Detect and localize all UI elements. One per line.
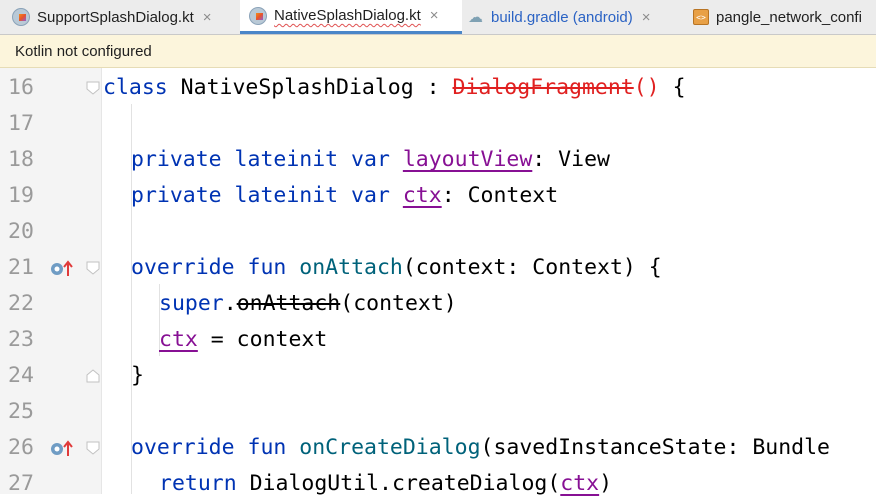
overrides-method-icon[interactable] (50, 440, 76, 458)
fold-icon[interactable] (86, 369, 100, 383)
line-number: 27 (8, 471, 34, 496)
code-line-23: 23 ctx = context (0, 322, 876, 358)
tab-label: NativeSplashDialog.kt (274, 7, 421, 24)
line-number: 18 (8, 147, 34, 172)
editor-tab-bar: SupportSplashDialog.kt × NativeSplashDia… (0, 0, 876, 35)
code-line-26: 26 override fun onCreateDialog(savedInst… (0, 430, 876, 466)
notification-banner: Kotlin not configured (0, 35, 876, 68)
code-line-25: 25 (0, 394, 876, 430)
line-number: 23 (8, 327, 34, 352)
tab-support-splash-dialog[interactable]: SupportSplashDialog.kt × (12, 0, 240, 34)
line-number: 19 (8, 183, 34, 208)
code-line-24: 24 } (0, 358, 876, 394)
line-number: 26 (8, 435, 34, 460)
line-number: 25 (8, 399, 34, 424)
code-line-16: 16 class NativeSplashDialog : DialogFrag… (0, 70, 876, 106)
code-editor[interactable]: 16 class NativeSplashDialog : DialogFrag… (0, 68, 876, 496)
fold-icon[interactable] (86, 81, 100, 95)
overrides-method-icon[interactable] (50, 260, 76, 278)
tab-label: pangle_network_confi (716, 8, 862, 26)
code-line-17: 17 (0, 106, 876, 142)
xml-file-icon: <> (693, 9, 709, 25)
tab-label: SupportSplashDialog.kt (37, 8, 194, 26)
banner-text: Kotlin not configured (15, 42, 152, 60)
line-number: 22 (8, 291, 34, 316)
close-icon[interactable]: × (203, 9, 212, 26)
fold-icon[interactable] (86, 261, 100, 275)
line-number: 21 (8, 255, 34, 280)
kotlin-file-icon (12, 8, 30, 26)
code-line-18: 18 private lateinit var layoutView: View (0, 142, 876, 178)
close-icon[interactable]: × (642, 9, 651, 26)
kotlin-file-icon (249, 6, 267, 25)
tab-build-gradle[interactable]: ☁ build.gradle (android) × (468, 0, 692, 34)
tab-native-splash-dialog[interactable]: NativeSplashDialog.kt × (240, 0, 462, 34)
line-number: 24 (8, 363, 34, 388)
tab-pangle-network-config[interactable]: <> pangle_network_confi (693, 0, 876, 34)
gradle-elephant-icon: ☁ (468, 9, 483, 26)
code-line-20: 20 (0, 214, 876, 250)
line-number: 20 (8, 219, 34, 244)
fold-icon[interactable] (86, 441, 100, 455)
code-line-22: 22 super.onAttach(context) (0, 286, 876, 322)
code-line-19: 19 private lateinit var ctx: Context (0, 178, 876, 214)
tab-label: build.gradle (android) (491, 8, 633, 26)
code-line-27: 27 return DialogUtil.createDialog(ctx) (0, 466, 876, 502)
line-number: 16 (8, 75, 34, 100)
close-icon[interactable]: × (430, 7, 439, 24)
code-line-21: 21 override fun onAttach(context: Contex… (0, 250, 876, 286)
line-number: 17 (8, 111, 34, 136)
